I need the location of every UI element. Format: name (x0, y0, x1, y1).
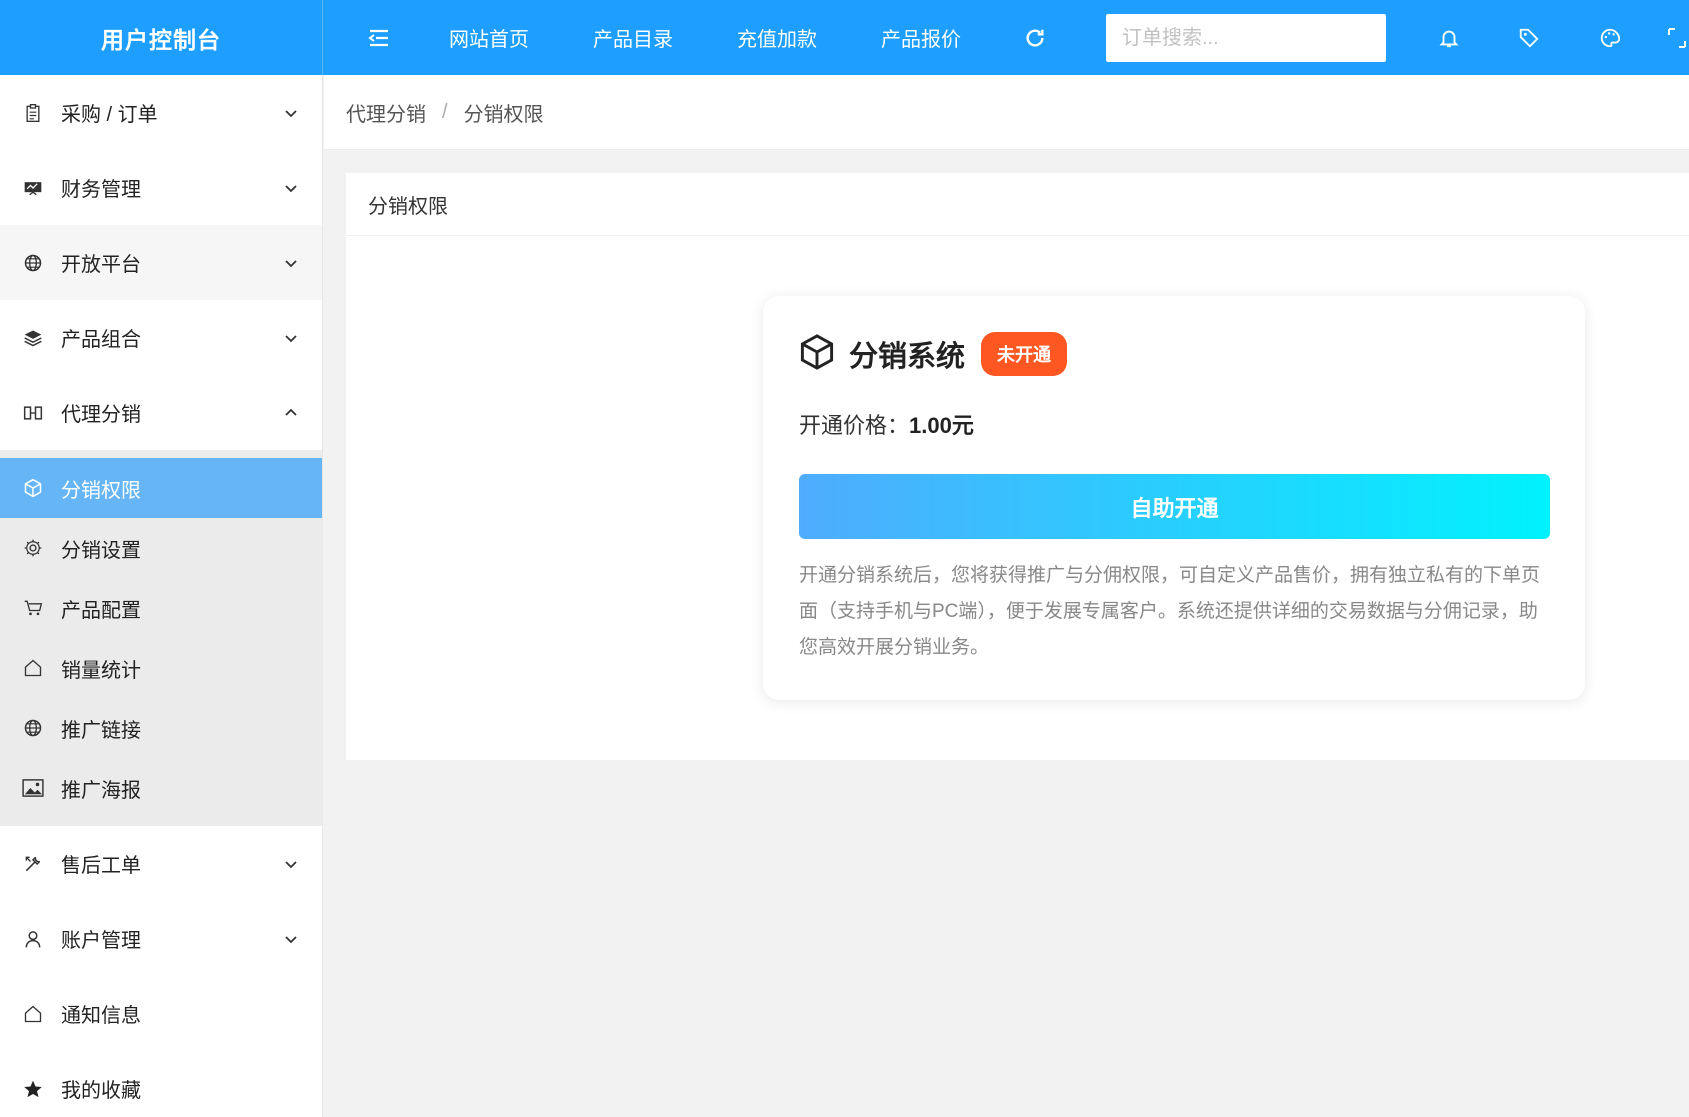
gear-icon (22, 537, 44, 559)
chevron-down-icon (282, 855, 300, 873)
sidebar-item-label: 售后工单 (61, 855, 141, 877)
sidebar-item-finance[interactable]: 财务管理 (0, 150, 322, 225)
sidebar-item-label: 账户管理 (61, 930, 141, 952)
sidebar-item-favorites[interactable]: 我的收藏 (0, 1051, 322, 1117)
star-icon (22, 1078, 44, 1100)
clipboard-icon (22, 102, 44, 124)
sidebar-item-notifications[interactable]: 通知信息 (0, 976, 322, 1051)
description-text: 开通分销系统后，您将获得推广与分佣权限，可自定义产品售价，拥有独立私有的下单页面… (799, 565, 1541, 658)
tools-icon (22, 853, 44, 875)
sidebar-subitem-label: 销量统计 (61, 659, 141, 682)
finance-icon (22, 177, 44, 199)
user-icon (22, 928, 44, 950)
sidebar-subitem-distribution-settings[interactable]: 分销设置 (0, 518, 322, 578)
sidebar-item-account[interactable]: 账户管理 (0, 901, 322, 976)
sidebar-subitem-label: 分销设置 (61, 539, 141, 562)
image-icon (22, 777, 44, 799)
card-title: 分销权限 (346, 173, 1689, 236)
sidebar-subitem-product-config[interactable]: 产品配置 (0, 578, 322, 638)
chevron-down-icon (282, 179, 300, 197)
price-value: 1.00元 (909, 413, 974, 438)
sidebar-item-label: 我的收藏 (61, 1080, 141, 1102)
palette-icon[interactable] (1590, 0, 1630, 75)
tag-icon[interactable] (1509, 0, 1549, 75)
top-header: 用户控制台 网站首页 产品目录 充值加款 产品报价 (0, 0, 1689, 75)
sidebar-item-label: 通知信息 (61, 1005, 141, 1027)
status-badge: 未开通 (981, 332, 1068, 376)
box-icon (799, 333, 835, 376)
sidebar-subitem-sales-stats[interactable]: 销量统计 (0, 638, 322, 698)
sidebar-item-label: 开放平台 (61, 254, 141, 276)
breadcrumb-separator: / (442, 100, 448, 123)
sidebar-item-label: 采购 / 订单 (61, 104, 158, 126)
sidebar-item-agent-distribution[interactable]: 代理分销 (0, 375, 322, 450)
sidebar: 采购 / 订单 财务管理 开放平台 产品组合 代理分销 分销权限 分销设置 产品… (0, 75, 323, 1117)
agent-distribution-submenu: 分销权限 分销设置 产品配置 销量统计 推广链接 推广海报 (0, 450, 322, 826)
fullscreen-icon[interactable] (1665, 0, 1689, 75)
globe-icon (22, 717, 44, 739)
sidebar-item-purchase-orders[interactable]: 采购 / 订单 (0, 75, 322, 150)
sidebar-subitem-label: 推广链接 (61, 719, 141, 742)
home-icon (22, 1003, 44, 1025)
distribution-system-panel: 分销系统 未开通 开通价格：1.00元 自助开通 开通分销系统后，您将获得推广与… (763, 296, 1585, 700)
chevron-down-icon (282, 930, 300, 948)
sidebar-item-label: 代理分销 (61, 404, 141, 426)
panel-header: 分销系统 未开通 (799, 332, 1068, 376)
home-icon (22, 657, 44, 679)
panel-title: 分销系统 (849, 341, 966, 373)
sidebar-item-label: 产品组合 (61, 329, 141, 351)
nav-home-link[interactable]: 网站首页 (449, 0, 529, 75)
sidebar-subitem-label: 分销权限 (61, 479, 141, 502)
sidebar-subitem-distribution-permission[interactable]: 分销权限 (0, 458, 322, 518)
sidebar-item-open-platform[interactable]: 开放平台 (0, 225, 322, 300)
breadcrumb: 代理分销 / 分销权限 (324, 75, 1689, 150)
sidebar-item-after-sales[interactable]: 售后工单 (0, 826, 322, 901)
sidebar-item-product-bundles[interactable]: 产品组合 (0, 300, 322, 375)
cart-icon (22, 597, 44, 619)
sidebar-subitem-promo-poster[interactable]: 推广海报 (0, 758, 322, 818)
app-title[interactable]: 用户控制台 (0, 0, 323, 75)
price-row: 开通价格：1.00元 (799, 408, 974, 440)
menu-toggle-icon[interactable] (352, 0, 406, 75)
chevron-down-icon (282, 329, 300, 347)
nav-recharge-link[interactable]: 充值加款 (737, 0, 817, 75)
nav-catalog-link[interactable]: 产品目录 (593, 0, 673, 75)
globe-icon (22, 252, 44, 274)
chevron-down-icon (282, 104, 300, 122)
refresh-icon[interactable] (1024, 0, 1046, 75)
sidebar-subitem-promo-link[interactable]: 推广链接 (0, 698, 322, 758)
breadcrumb-parent-link[interactable]: 代理分销 (346, 98, 426, 127)
sidebar-item-label: 财务管理 (61, 179, 141, 201)
price-label: 开通价格： (799, 413, 910, 438)
chevron-up-icon (282, 404, 300, 422)
agent-icon (22, 402, 44, 424)
self-activate-button[interactable]: 自助开通 (799, 474, 1550, 539)
sidebar-subitem-label: 推广海报 (61, 779, 141, 802)
box-icon (22, 477, 44, 499)
bell-icon[interactable] (1429, 0, 1469, 75)
order-search-input[interactable] (1106, 14, 1386, 62)
breadcrumb-current: 分销权限 (463, 103, 544, 126)
layers-icon (22, 327, 44, 349)
sidebar-subitem-label: 产品配置 (61, 599, 141, 622)
nav-quote-link[interactable]: 产品报价 (881, 0, 961, 75)
chevron-down-icon (282, 254, 300, 272)
